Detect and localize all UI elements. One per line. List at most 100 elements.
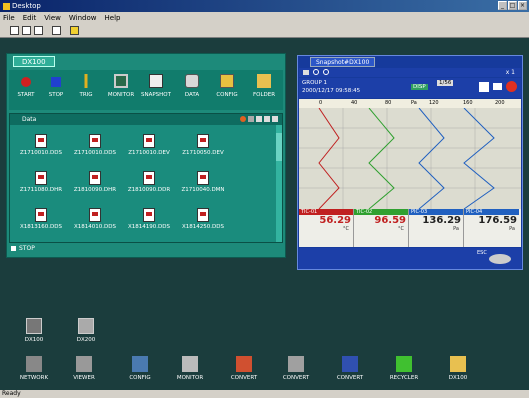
snapshot-toolbar: x 1 (299, 68, 521, 77)
menu-file[interactable]: File (3, 14, 15, 22)
file-icon (89, 134, 101, 148)
recycler-button[interactable]: RECYCLER (382, 356, 426, 381)
file-item[interactable]: Z1710010.DEV (124, 134, 174, 156)
trigger-icon (79, 74, 93, 88)
file-icon (197, 134, 209, 148)
scrollbar-thumb[interactable] (276, 133, 282, 161)
large-icons-icon[interactable] (256, 116, 262, 122)
start-button[interactable]: START (11, 72, 41, 98)
trend-display (299, 107, 521, 210)
file-item[interactable]: Z1810090.DDR (124, 171, 174, 193)
details-view-icon[interactable] (272, 116, 278, 122)
mail-icon[interactable] (493, 83, 502, 90)
data-pane: Data Z1710010.DDS Z1710010.DDS Z1710010.… (9, 113, 283, 243)
desktop-icon-dx100[interactable]: DX100 (12, 318, 56, 343)
display-mode-icon[interactable] (479, 82, 489, 92)
viewer-button[interactable]: VIEWER (62, 356, 106, 381)
convert-icon (236, 356, 252, 372)
channel-value: 96.59 (374, 215, 406, 226)
menu-view[interactable]: View (44, 14, 61, 22)
help-icon[interactable] (70, 26, 79, 35)
scale-bar: 0 40 80 Pa 120 160 200 (299, 99, 521, 108)
print-icon[interactable] (303, 70, 309, 75)
file-item[interactable]: X1814010.DDS (70, 208, 120, 230)
convert-button-1[interactable]: CONVERT (222, 356, 266, 381)
convert-button-2[interactable]: CONVERT (274, 356, 318, 381)
file-item[interactable]: Z1710040.DMN (178, 171, 228, 193)
file-icon (197, 171, 209, 185)
maximize-button[interactable]: □ (508, 1, 517, 10)
file-icon (35, 134, 47, 148)
minimize-button[interactable]: _ (498, 1, 507, 10)
file-item[interactable]: Z1710050.DEV (178, 134, 228, 156)
file-icon (89, 171, 101, 185)
digital-readouts: TIC-01 56.29 °C TIC-02 96.59 °C PIC-03 1… (299, 209, 521, 247)
menu-help[interactable]: Help (105, 14, 121, 22)
close-button[interactable]: × (518, 1, 527, 10)
snapshot-header: GROUP 1 2000/12/17 09:58:45 DISP 1/56 (299, 78, 521, 98)
menu-edit[interactable]: Edit (23, 14, 37, 22)
convert-button-3[interactable]: CONVERT (328, 356, 372, 381)
copy-icon[interactable] (248, 116, 254, 122)
new-icon[interactable] (10, 26, 19, 35)
alarm-icon[interactable] (506, 81, 517, 92)
zoom-out-icon[interactable] (323, 69, 329, 75)
data-scrollbar[interactable] (276, 125, 282, 242)
stop-button[interactable]: STOP (41, 72, 71, 98)
dx-status: STOP (9, 245, 35, 252)
snapshot-footer: ESC (299, 248, 521, 269)
network-button[interactable]: NETWORK (12, 356, 56, 381)
monitor-shortcut-button[interactable]: MONITOR (168, 356, 212, 381)
list-view-icon[interactable] (264, 116, 270, 122)
disp-badge: DISP (411, 84, 428, 90)
channel-unit: °C (343, 226, 349, 232)
open-icon[interactable] (22, 26, 31, 35)
channel-value: 176.59 (478, 215, 517, 226)
trend-line (463, 107, 495, 210)
file-item[interactable]: Z1710010.DDS (16, 134, 66, 156)
file-item[interactable]: Z1810090.DHR (70, 171, 120, 193)
config-button[interactable]: CONFIG (212, 72, 242, 98)
desktop-icon-dx200[interactable]: DX200 (64, 318, 108, 343)
file-item[interactable]: X1814190.DDS (124, 208, 174, 230)
network-icon (26, 356, 42, 372)
config-shortcut-button[interactable]: CONFIG (118, 356, 162, 381)
data-header: Data (10, 114, 282, 125)
monitor-button[interactable]: MONITOR (106, 72, 136, 98)
trend-line (318, 107, 340, 210)
file-icon (143, 134, 155, 148)
status-bar: Ready (0, 390, 529, 398)
snapshot-button[interactable]: SNAPSHOT (141, 72, 171, 98)
trig-button[interactable]: TRIG (71, 72, 101, 98)
zoom-in-icon[interactable] (313, 69, 319, 75)
channel-readout: PIC-03 136.29 Pa (409, 209, 464, 247)
settings-icon[interactable] (52, 26, 61, 35)
viewer-icon (76, 356, 92, 372)
file-item[interactable]: Z1710010.DDS (70, 134, 120, 156)
file-icon (197, 208, 209, 222)
data-label: Data (22, 116, 37, 123)
convert-icon (288, 356, 304, 372)
dx100-tab[interactable]: DX100 (13, 56, 55, 67)
dx100-window: DX100 START STOP TRIG MONITOR SNAPSHOT D… (6, 53, 286, 258)
trend-line (368, 107, 395, 210)
recorder-icon (26, 318, 42, 334)
navigation-arrows-icon[interactable] (489, 254, 511, 264)
menu-window[interactable]: Window (69, 14, 97, 22)
window-icon[interactable] (34, 26, 43, 35)
file-item[interactable]: X1813160.DDS (16, 208, 66, 230)
data-button[interactable]: DATA (177, 72, 207, 98)
file-item[interactable]: X1814250.DDS (178, 208, 228, 230)
refresh-icon[interactable] (240, 116, 246, 122)
convert-icon (342, 356, 358, 372)
file-icon (143, 208, 155, 222)
snapshot-tab[interactable]: Snapshot#DX100 (310, 57, 376, 67)
channel-value: 136.29 (422, 215, 461, 226)
file-item[interactable]: Z1711080.DHR (16, 171, 66, 193)
toolbar (0, 24, 529, 38)
folder-icon (257, 74, 271, 88)
recorder-icon (78, 318, 94, 334)
dx100-folder-button[interactable]: DX100 (436, 356, 480, 381)
channel-readout: TIC-02 96.59 °C (354, 209, 409, 247)
folder-button[interactable]: FOLDER (249, 72, 279, 98)
